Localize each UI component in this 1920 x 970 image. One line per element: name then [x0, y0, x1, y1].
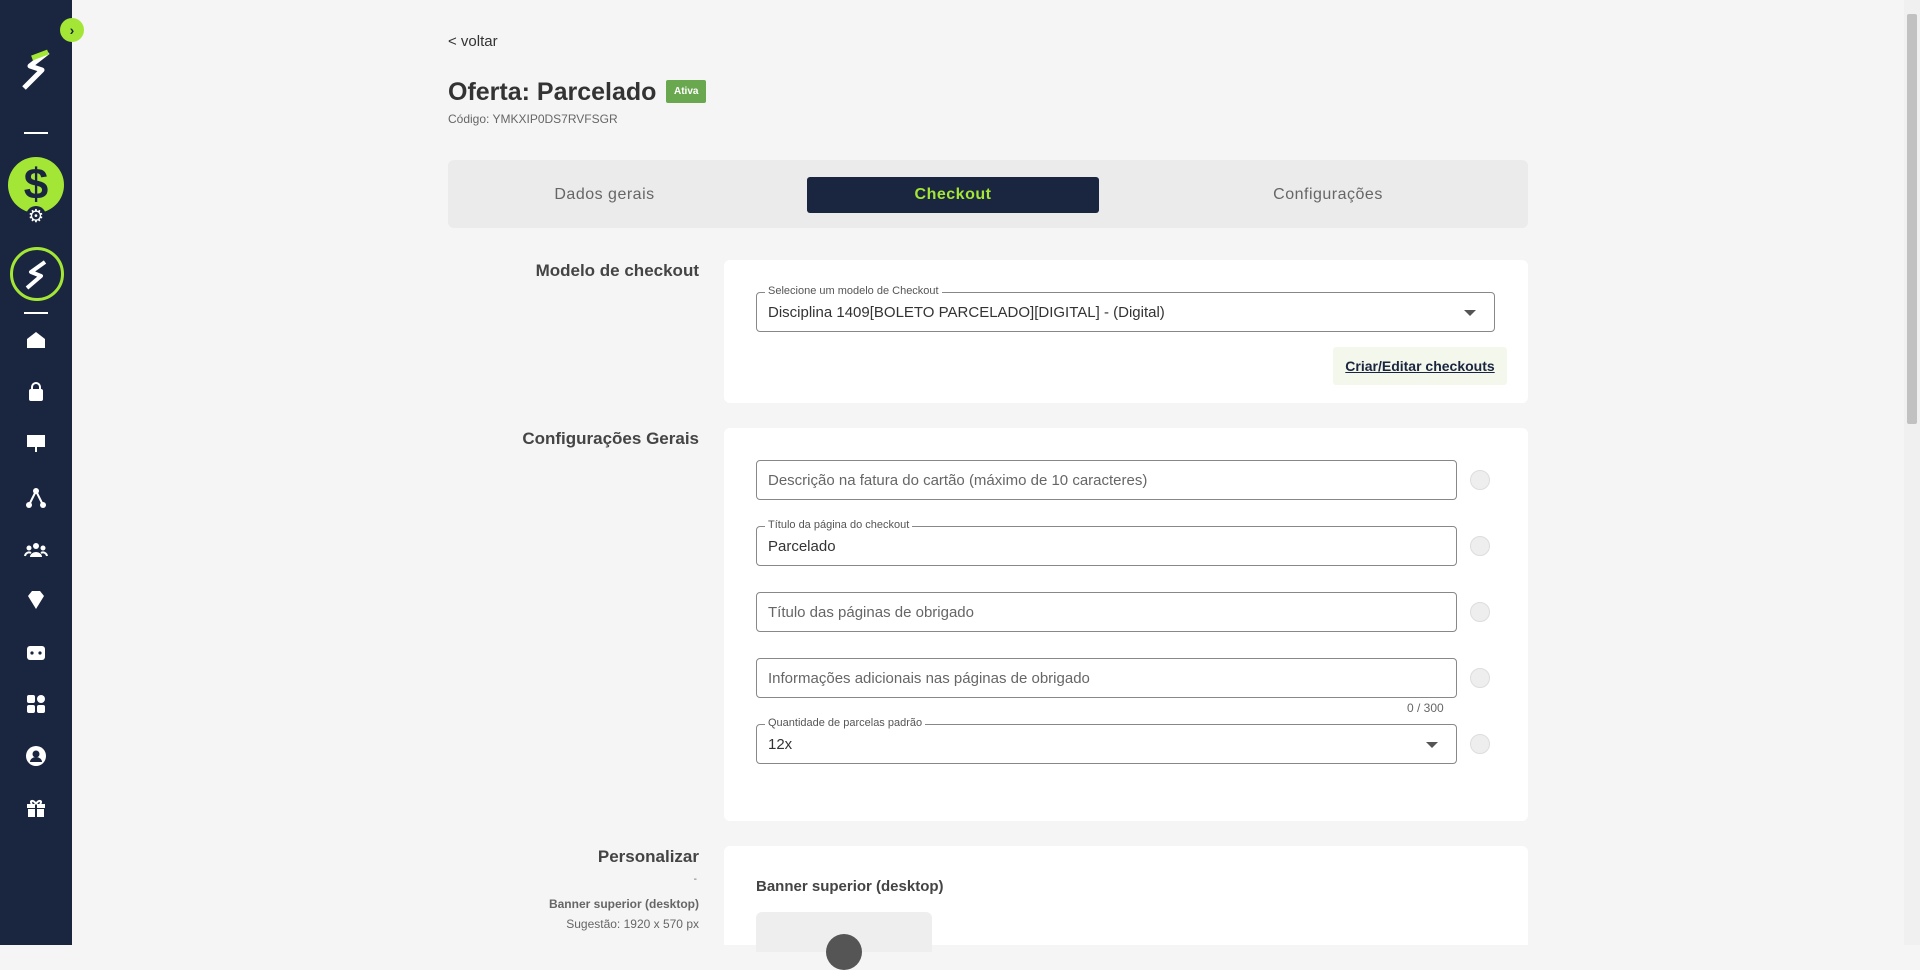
tab-general-data[interactable]: Dados gerais: [458, 177, 751, 213]
home-icon[interactable]: [24, 328, 48, 352]
scrollbar-thumb[interactable]: [1907, 14, 1917, 424]
installments-select[interactable]: Quantidade de parcelas padrão 12x: [756, 717, 1457, 764]
customize-card: Banner superior (desktop): [724, 846, 1528, 970]
general-settings-label: Configurações Gerais: [522, 429, 699, 448]
thanks-info-placeholder: Informações adicionais nas páginas de ob…: [768, 670, 1090, 687]
diamond-icon[interactable]: [24, 588, 48, 612]
general-settings-card: Descrição na fatura do cartão (máximo de…: [724, 428, 1528, 821]
sidebar: $ ⚙: [0, 0, 72, 945]
expand-sidebar-button[interactable]: ›: [60, 18, 84, 42]
upload-icon: [826, 934, 862, 970]
info-icon[interactable]: [1470, 734, 1490, 754]
apps-icon[interactable]: [24, 692, 48, 716]
banner-desktop-label: Banner superior (desktop): [548, 897, 699, 911]
offer-code: Código: YMKXIP0DS7RVFSGR: [448, 112, 618, 126]
checkout-model-select-value: Disciplina 1409[BOLETO PARCELADO][DIGITA…: [768, 304, 1165, 321]
tab-bar: Dados gerais Checkout Configurações: [448, 160, 1528, 228]
tab-settings[interactable]: Configurações: [1128, 177, 1528, 213]
checkout-page-title-value: Parcelado: [768, 538, 836, 555]
checkout-page-title-label: Título da página do checkout: [765, 519, 913, 531]
avatar[interactable]: [10, 247, 64, 301]
thanks-title-field[interactable]: Título das páginas de obrigado: [756, 592, 1457, 632]
card-description-placeholder: Descrição na fatura do cartão (máximo de…: [768, 472, 1148, 489]
status-badge: Ativa: [666, 80, 707, 103]
checkout-model-select[interactable]: Selecione um modelo de Checkout Discipli…: [756, 285, 1495, 332]
banner-desktop-hint: Sugestão: 1920 x 570 px: [566, 917, 699, 931]
shopping-bag-icon[interactable]: [24, 380, 48, 404]
info-icon[interactable]: [1470, 602, 1490, 622]
info-icon[interactable]: [1470, 536, 1490, 556]
chevron-down-icon: [1464, 310, 1476, 316]
dice-icon[interactable]: [24, 641, 48, 665]
balance-icon[interactable]: $: [8, 157, 64, 213]
sidebar-divider: [24, 312, 48, 314]
info-icon[interactable]: [1470, 668, 1490, 688]
users-icon[interactable]: [24, 538, 48, 562]
thanks-info-field[interactable]: Informações adicionais nas páginas de ob…: [756, 658, 1457, 698]
checkout-model-select-label: Selecione um modelo de Checkout: [765, 285, 942, 297]
customize-label: Personalizar: [597, 847, 699, 866]
banner-upload-area[interactable]: [756, 912, 932, 970]
settings-gear-icon[interactable]: ⚙: [26, 206, 46, 226]
installments-select-label: Quantidade de parcelas padrão: [765, 717, 926, 729]
gift-icon[interactable]: [24, 796, 48, 820]
affiliates-icon[interactable]: [24, 486, 48, 510]
installments-select-value: 12x: [768, 736, 793, 753]
checkout-model-label: Modelo de checkout: [535, 261, 699, 280]
char-counter: 0 / 300: [1407, 701, 1444, 715]
card-description-field[interactable]: Descrição na fatura do cartão (máximo de…: [756, 460, 1457, 500]
customize-dot: -: [693, 874, 697, 885]
chevron-down-icon: [1426, 742, 1438, 748]
back-link[interactable]: < voltar: [448, 33, 498, 50]
banner-desktop-title: Banner superior (desktop): [756, 878, 944, 895]
account-icon[interactable]: [24, 744, 48, 768]
presentation-icon[interactable]: [24, 431, 48, 455]
edit-checkouts-button[interactable]: Criar/Editar checkouts: [1333, 347, 1507, 385]
page-title: Oferta: Parcelado: [448, 78, 657, 106]
thanks-title-placeholder: Título das páginas de obrigado: [768, 604, 974, 621]
sidebar-divider: [24, 132, 48, 134]
brand-logo-icon[interactable]: [18, 48, 54, 92]
info-icon[interactable]: [1470, 470, 1490, 490]
checkout-page-title-field[interactable]: Título da página do checkout Parcelado: [756, 519, 1457, 566]
scrollbar[interactable]: [1904, 0, 1920, 945]
tab-checkout[interactable]: Checkout: [807, 177, 1099, 213]
